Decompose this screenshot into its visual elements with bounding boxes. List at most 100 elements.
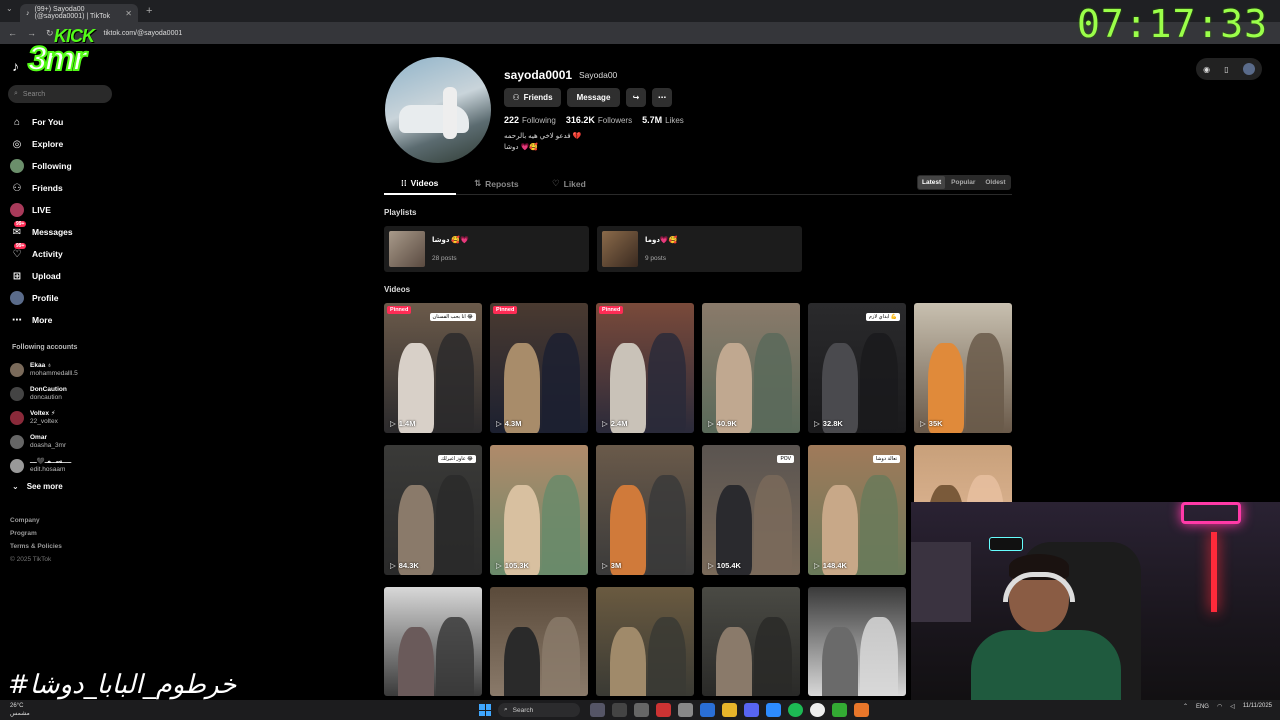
video-tile[interactable]: ▷ 35K [914,303,1012,433]
playlist-card[interactable]: دوشا 🥰💗 28 posts [384,226,589,272]
tiktok-logo-icon[interactable]: ♪ [12,58,19,74]
video-views: ▷ 2.4M [602,419,627,428]
app-green-icon[interactable] [832,703,847,717]
back-icon[interactable]: ← [8,28,17,38]
app-cyan-icon[interactable] [766,703,781,717]
playlist-title: دوشا 🥰💗 [432,237,469,244]
profile-avatar[interactable] [385,57,491,163]
nav-explore[interactable]: ◎ Explore [10,133,118,155]
obs-icon[interactable] [634,703,649,717]
wifi-icon[interactable]: ◠ [1217,703,1222,710]
search-input[interactable]: ⌕ Search [8,85,112,103]
app-orange-icon[interactable] [854,703,869,717]
sort-popular[interactable]: Popular [947,176,979,189]
video-tile[interactable]: ▷ 105.3K [490,445,588,575]
account-item[interactable]: DonCaution doncaution [10,382,118,406]
footer-link-terms[interactable]: Terms & Policies [10,540,62,553]
tray-chevron-icon[interactable]: ⌃ [1183,703,1188,710]
video-views: ▷ 4.3M [496,419,521,428]
video-figure [542,617,580,696]
account-item[interactable]: Ekaa ♁ mohammedalll.5 [10,358,118,382]
nav-profile[interactable]: Profile [10,287,118,309]
more-options-button[interactable]: ⋯ [652,88,672,107]
tab-list-chevron-icon[interactable]: ⌄ [6,4,13,13]
nav-messages[interactable]: ✉ 99+ Messages [10,221,118,243]
user-avatar-icon[interactable] [1242,63,1255,75]
app-gray-icon[interactable] [678,703,693,717]
video-tile[interactable]: ابداي لازم 💪 ▷ 32.8K [808,303,906,433]
see-more-button[interactable]: ⌄ See more [12,482,63,491]
top-right-actions: ◉ ▯ [1196,58,1262,80]
play-icon: ▷ [390,419,396,428]
video-views: ▷ 105.4K [708,561,741,570]
taskbar-date[interactable]: 11/11/2025 [1243,703,1272,710]
nav-friends[interactable]: ⚇ Friends [10,177,118,199]
weather-widget[interactable]: 26°C مشمس [10,702,30,718]
language-indicator[interactable]: ENG [1196,704,1209,710]
tab-videos[interactable]: ⁞⁞ Videos [401,178,438,188]
task-view-icon[interactable] [590,703,605,717]
account-item[interactable]: ــــســمـ🖤ـــ edit.hosaam [10,454,118,478]
sort-latest[interactable]: Latest [918,176,946,189]
playlists-heading: Playlists [384,208,417,217]
video-tile[interactable] [702,587,800,696]
video-tile[interactable]: Pinned انا بحب الفستان 😂 ▷ 1.4M [384,303,482,433]
video-tile[interactable]: تعالة دوشا ▷ 148.4K [808,445,906,575]
tab-reposts[interactable]: ⇅ Reposts [474,178,519,189]
app-blue-icon[interactable] [700,703,715,717]
video-tile[interactable]: ▷ 40.9K [702,303,800,433]
taskbar-search[interactable]: ⌕ Search [498,703,580,717]
nav-for-you[interactable]: ⌂ For You [10,111,118,133]
tab-liked[interactable]: ♡ Liked [552,178,586,189]
video-tile[interactable] [384,587,482,696]
play-icon: ▷ [814,561,820,570]
video-tile[interactable] [490,587,588,696]
sort-oldest[interactable]: Oldest [981,176,1009,189]
close-tab-icon[interactable]: ✕ [125,9,132,18]
video-figure [648,617,686,696]
video-tile[interactable]: ▷ 3M [596,445,694,575]
video-tile[interactable] [596,587,694,696]
webcam-streamer-shirt [971,630,1121,700]
nav-upload[interactable]: ⊞ Upload [10,265,118,287]
video-tile[interactable]: POV ▷ 105.4K [702,445,800,575]
folder-icon[interactable] [722,703,737,717]
message-button[interactable]: Message [567,88,620,107]
bio-line: فدعو لاخي هيه بالرحمه 💔 [504,133,582,140]
following-stat[interactable]: 222 Following [504,115,556,125]
video-tile[interactable] [808,587,906,696]
video-tile[interactable]: Pinned ▷ 2.4M [596,303,694,433]
account-item[interactable]: Omar doasha_3mr [10,430,118,454]
app-red-icon[interactable] [656,703,671,717]
chrome-icon[interactable] [810,703,825,717]
nav-label: Activity [32,249,63,259]
nav-live[interactable]: LIVE [10,199,118,221]
video-figure [398,627,434,696]
video-tile[interactable]: عاوز اغيرلك 😂 ▷ 84.3K [384,445,482,575]
device-icon[interactable]: ▯ [1224,65,1228,74]
nav-more[interactable]: ⋯ More [10,309,118,331]
compass-badge-icon[interactable]: ◉ [1203,65,1210,74]
account-handle: doncaution [30,394,62,401]
nav-following[interactable]: Following [10,155,118,177]
video-tile[interactable]: Pinned ▷ 4.3M [490,303,588,433]
windows-start-icon[interactable] [479,704,491,716]
followers-stat[interactable]: 316.2K Followers [566,115,632,125]
play-icon: ▷ [920,419,926,428]
footer-link-company[interactable]: Company [10,514,62,527]
discord-icon[interactable] [744,703,759,717]
new-tab-icon[interactable]: + [146,5,152,17]
playlist-card[interactable]: دوما💗🥰 9 posts [597,226,802,272]
footer-link-program[interactable]: Program [10,527,62,540]
spotify-icon[interactable] [788,703,803,717]
windows-taskbar: 26°C مشمس ⌕ Search ⌃ ENG ◠ ◁ 11/11/2025 [0,700,1280,720]
account-item[interactable]: Voltex ⚡ 22_voltex [10,406,118,430]
account-avatar [10,435,24,449]
browser-tab[interactable]: ♪ (99+) Sayoda00 (@sayoda0001) | TikTok … [20,4,138,22]
file-explorer-icon[interactable] [612,703,627,717]
share-button[interactable]: ↪ [626,88,646,107]
volume-icon[interactable]: ◁ [1230,703,1235,710]
account-avatar [10,387,24,401]
nav-activity[interactable]: ♡ 99+ Activity [10,243,118,265]
friends-button[interactable]: ⚇ Friends [504,88,561,107]
